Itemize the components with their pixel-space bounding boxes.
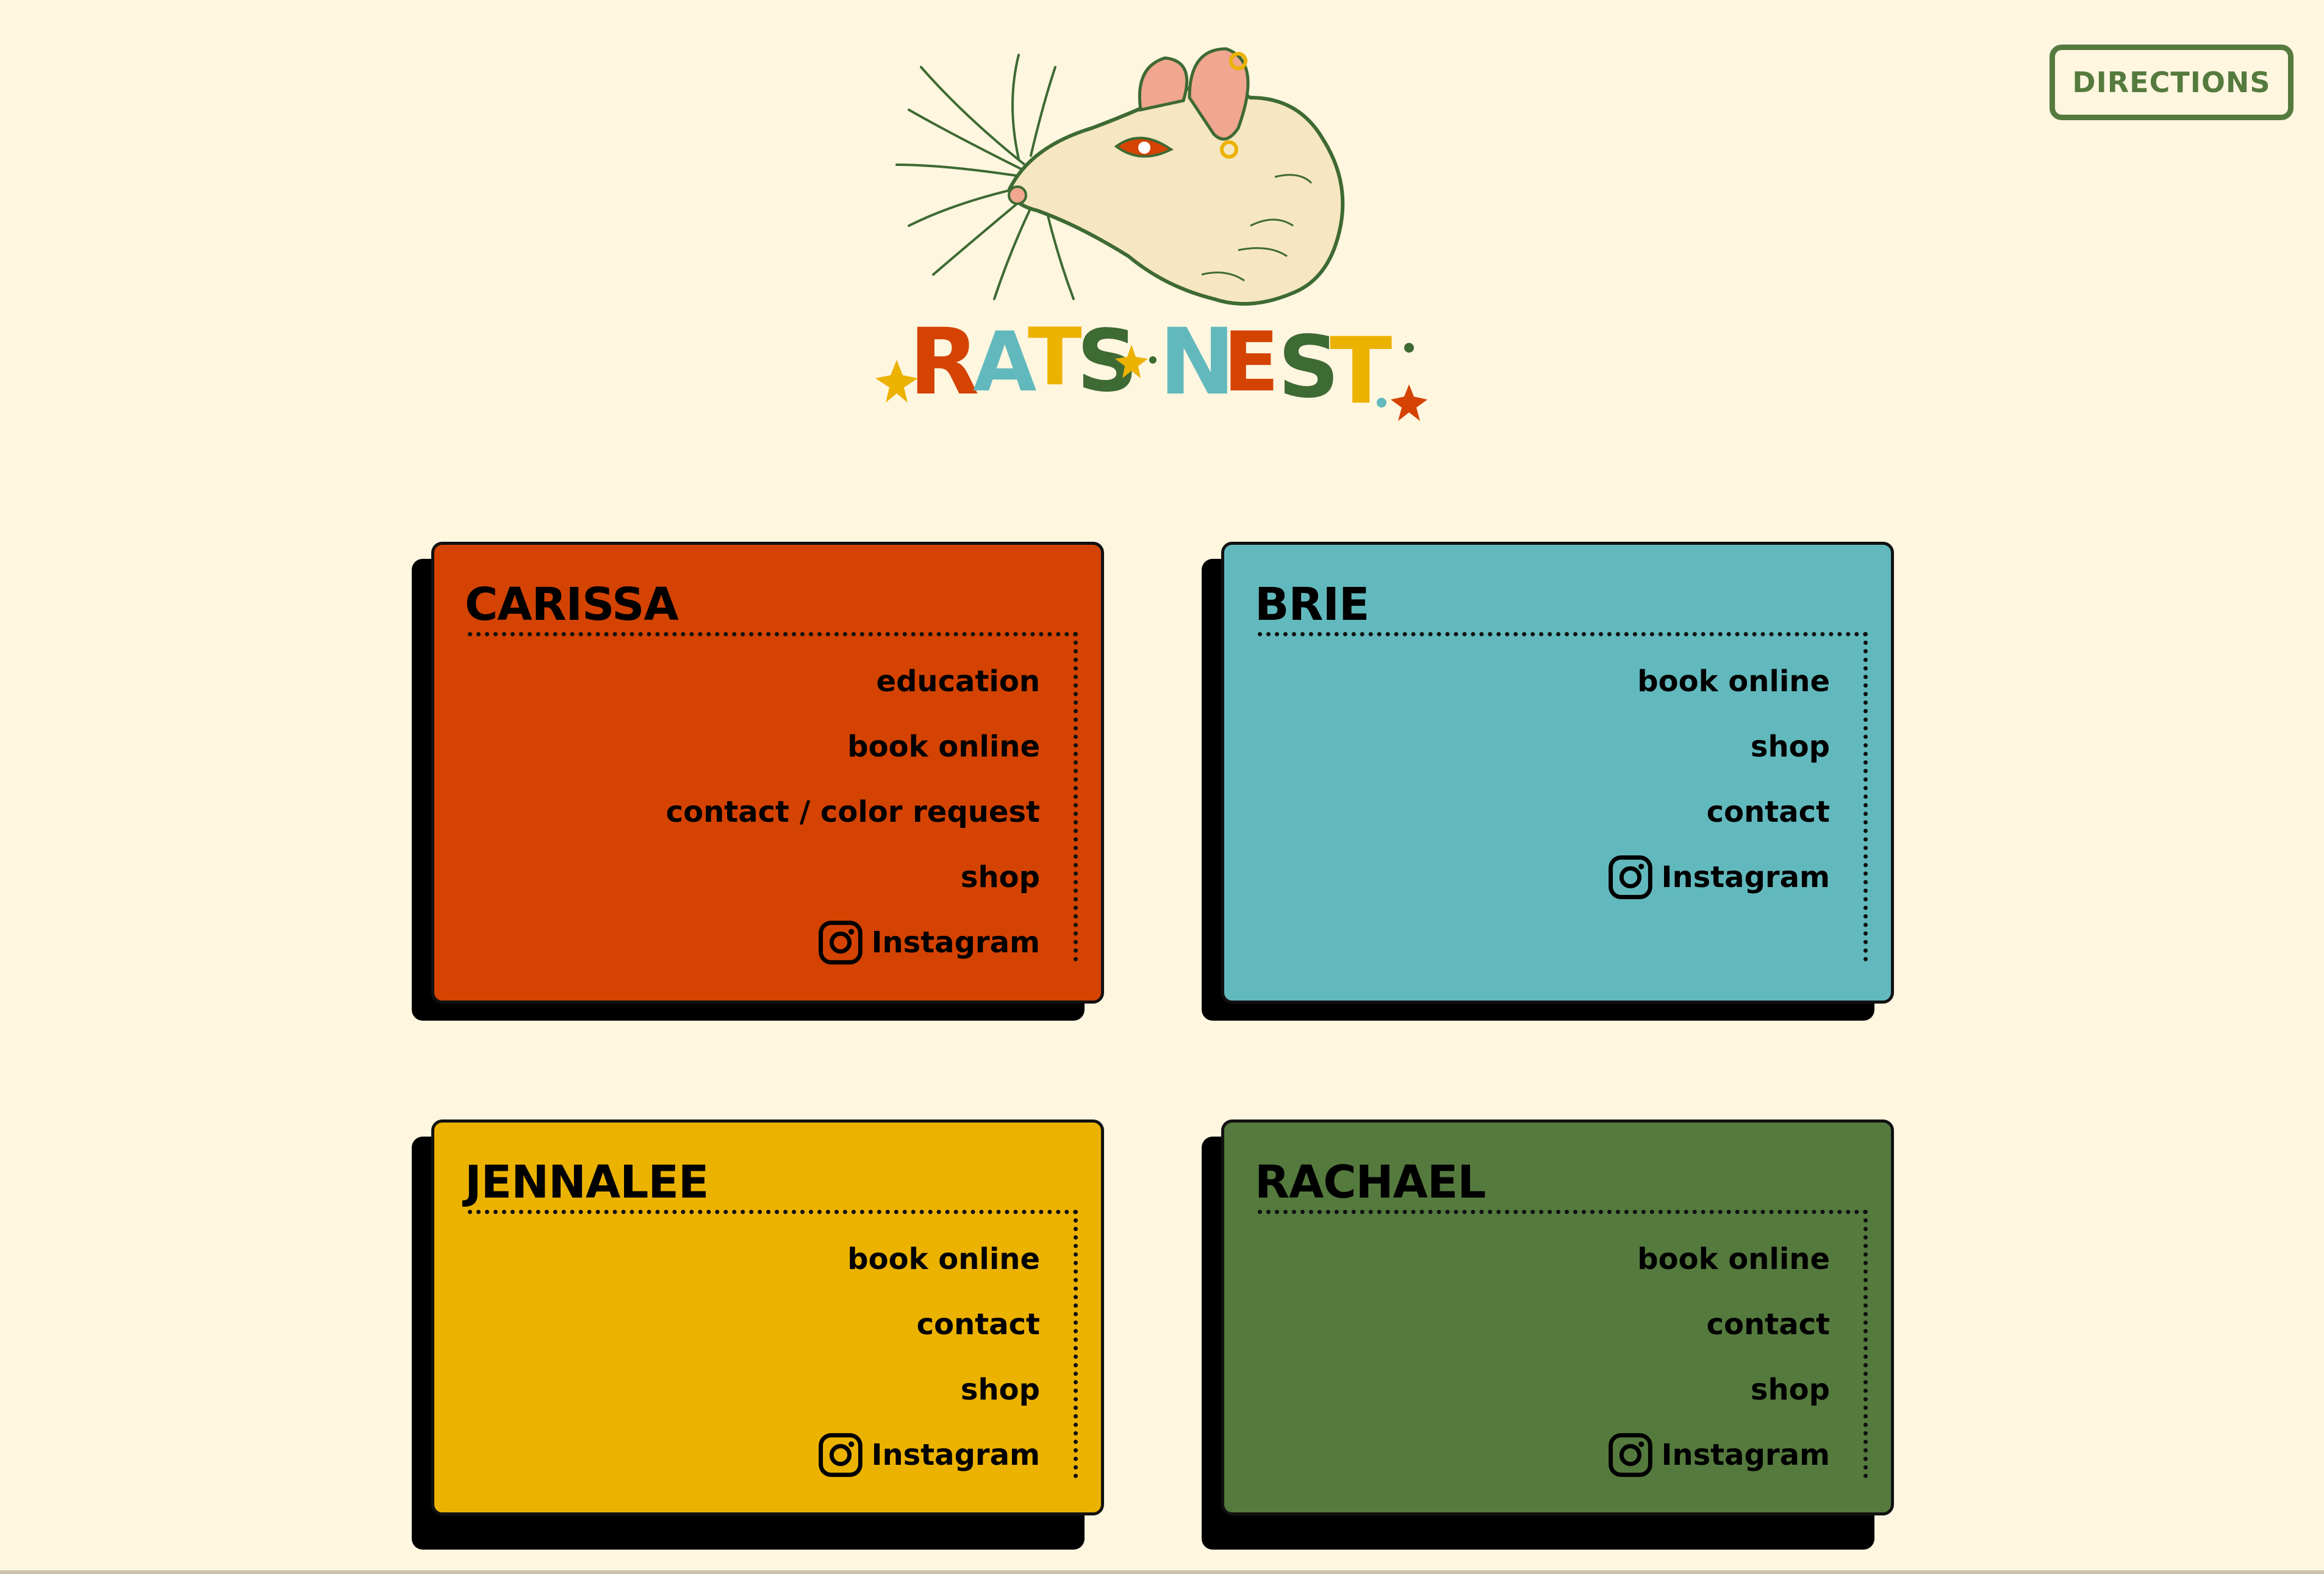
dotted-divider (1258, 632, 1868, 636)
dotted-divider-vertical (1863, 1210, 1868, 1478)
card-rachael: RACHAEL book online contact shop Instagr… (1202, 1119, 1894, 1574)
card-panel: CARISSA education book online contact / … (431, 542, 1104, 1004)
link-shop[interactable]: shop (1751, 714, 1830, 779)
card-jennalee: JENNALEE book online contact shop Instag… (412, 1119, 1104, 1574)
card-links: book online shop contact Instagram (1608, 649, 1830, 910)
link-instagram[interactable]: Instagram (1608, 1422, 1830, 1487)
link-contact-color-request[interactable]: contact / color request (666, 779, 1040, 844)
svg-text:E: E (1223, 314, 1279, 410)
instagram-icon (1608, 855, 1653, 900)
link-education[interactable]: education (877, 649, 1040, 714)
bottom-border (0, 1570, 2324, 1574)
card-links: book online contact shop Instagram (1608, 1226, 1830, 1487)
instagram-icon (818, 1432, 863, 1478)
link-book-online[interactable]: book online (847, 1226, 1040, 1292)
dotted-divider-vertical (1074, 632, 1078, 961)
svg-text:R: R (909, 309, 980, 415)
link-contact[interactable]: contact (917, 1292, 1040, 1357)
dotted-divider (1258, 1210, 1868, 1214)
link-contact[interactable]: contact (1707, 1292, 1830, 1357)
instagram-label: Instagram (1661, 860, 1830, 894)
link-book-online[interactable]: book online (1637, 1226, 1830, 1292)
card-title: JENNALEE (465, 1156, 709, 1209)
card-brie: BRIE book online shop contact Instagram (1202, 542, 1894, 1021)
dotted-divider-vertical (1074, 1210, 1078, 1478)
link-contact[interactable]: contact (1707, 779, 1830, 844)
card-panel: JENNALEE book online contact shop Instag… (431, 1119, 1104, 1515)
link-shop[interactable]: shop (1751, 1357, 1830, 1422)
instagram-icon (818, 920, 863, 965)
instagram-label: Instagram (871, 925, 1040, 960)
card-panel: RACHAEL book online contact shop Instagr… (1221, 1119, 1894, 1515)
card-title: RACHAEL (1255, 1156, 1486, 1209)
link-shop[interactable]: shop (961, 1357, 1040, 1422)
link-instagram[interactable]: Instagram (1608, 844, 1830, 910)
link-book-online[interactable]: book online (1637, 649, 1830, 714)
card-links: education book online contact / color re… (666, 649, 1040, 975)
directions-button[interactable]: DIRECTIONS (2050, 45, 2294, 120)
dotted-divider (468, 632, 1078, 636)
link-shop[interactable]: shop (961, 844, 1040, 910)
dotted-divider-vertical (1863, 632, 1868, 961)
rat-head-logo-icon: R A T S N E S T (875, 47, 1427, 425)
card-carissa: CARISSA education book online contact / … (412, 542, 1104, 1021)
svg-text:A: A (973, 314, 1036, 410)
card-title: CARISSA (465, 578, 679, 631)
instagram-icon (1608, 1432, 1653, 1478)
svg-text:T: T (1028, 311, 1082, 403)
link-instagram[interactable]: Instagram (818, 1422, 1040, 1487)
card-links: book online contact shop Instagram (818, 1226, 1040, 1487)
instagram-label: Instagram (871, 1437, 1040, 1472)
page: R A T S N E S T DIRECTIONS CARISSA educa… (0, 0, 2324, 1574)
rats-nest-logo[interactable]: R A T S N E S T (872, 43, 1452, 425)
link-instagram[interactable]: Instagram (818, 910, 1040, 975)
card-title: BRIE (1255, 578, 1369, 631)
link-book-online[interactable]: book online (847, 714, 1040, 779)
card-panel: BRIE book online shop contact Instagram (1221, 542, 1894, 1004)
dotted-divider (468, 1210, 1078, 1214)
instagram-label: Instagram (1661, 1437, 1830, 1472)
